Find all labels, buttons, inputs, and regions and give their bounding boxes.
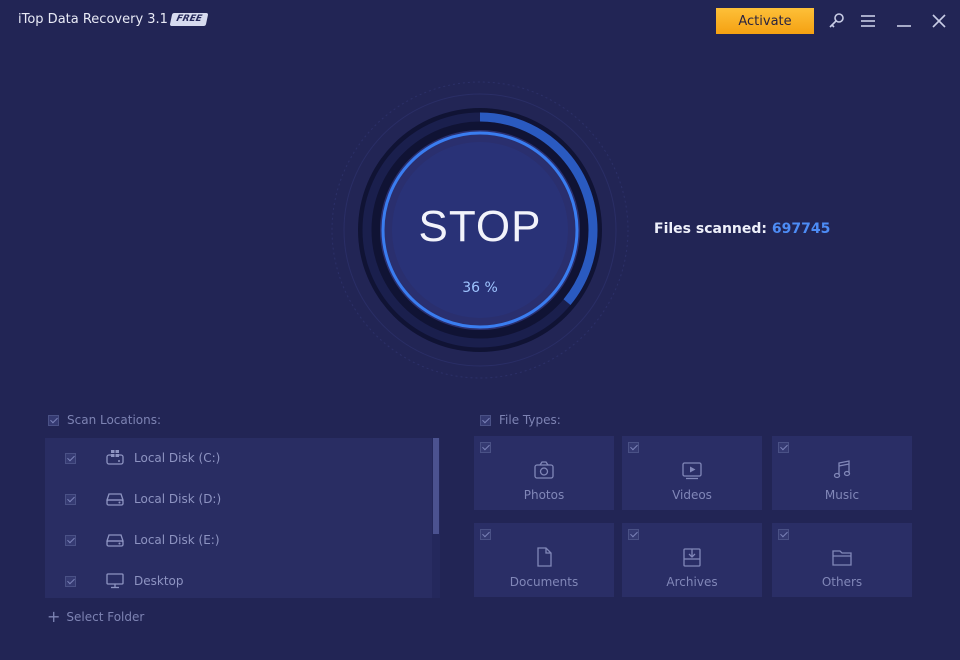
- monitor-icon: [105, 572, 125, 590]
- scrollbar-thumb[interactable]: [433, 438, 439, 534]
- file-type-label: Others: [821, 575, 863, 589]
- file-type-checkbox[interactable]: [480, 529, 491, 540]
- location-checkbox[interactable]: [65, 535, 76, 546]
- location-label: Desktop: [134, 574, 184, 588]
- location-item-d[interactable]: Local Disk (D:): [63, 488, 423, 512]
- file-type-label: Videos: [672, 488, 712, 502]
- file-type-label: Documents: [509, 575, 579, 589]
- archive-icon: [681, 546, 703, 568]
- scan-locations-checkbox[interactable]: [48, 415, 59, 426]
- file-type-videos[interactable]: Videos: [622, 436, 762, 510]
- stop-button[interactable]: STOP: [378, 202, 582, 252]
- menu-icon[interactable]: [857, 10, 879, 32]
- free-badge: FREE: [169, 13, 209, 26]
- files-scanned-label: Files scanned:: [654, 221, 767, 237]
- scan-locations-list: Local Disk (C:) Local Disk (D:) Local Di…: [45, 438, 440, 598]
- file-type-label: Archives: [666, 575, 718, 589]
- select-folder-label: Select Folder: [66, 610, 145, 624]
- file-type-checkbox[interactable]: [778, 529, 789, 540]
- files-scanned-status: Files scanned: 697745: [654, 221, 830, 237]
- windows-drive-icon: [105, 449, 125, 467]
- close-icon[interactable]: [928, 10, 950, 32]
- files-scanned-count: 697745: [771, 221, 831, 237]
- location-item-e[interactable]: Local Disk (E:): [63, 529, 423, 553]
- plus-icon: +: [47, 607, 61, 626]
- location-label: Local Disk (D:): [134, 492, 222, 506]
- file-type-label: Music: [824, 488, 860, 502]
- scan-locations-header: Scan Locations:: [48, 413, 161, 427]
- drive-icon: [105, 531, 125, 549]
- music-note-icon: [831, 459, 853, 481]
- file-type-checkbox[interactable]: [628, 529, 639, 540]
- key-icon[interactable]: [826, 10, 848, 32]
- document-icon: [533, 546, 555, 568]
- file-type-checkbox[interactable]: [628, 442, 639, 453]
- location-item-desktop[interactable]: Desktop: [63, 570, 423, 594]
- file-type-label: Photos: [523, 488, 565, 502]
- file-type-checkbox[interactable]: [480, 442, 491, 453]
- location-checkbox[interactable]: [65, 576, 76, 587]
- activate-button[interactable]: Activate: [716, 8, 814, 34]
- file-type-checkbox[interactable]: [778, 442, 789, 453]
- file-type-photos[interactable]: Photos: [474, 436, 614, 510]
- file-type-archives[interactable]: Archives: [622, 523, 762, 597]
- scan-percent: 36 %: [462, 280, 498, 296]
- select-folder-button[interactable]: + Select Folder: [47, 607, 144, 626]
- file-type-documents[interactable]: Documents: [474, 523, 614, 597]
- location-label: Local Disk (C:): [134, 451, 221, 465]
- location-checkbox[interactable]: [65, 453, 76, 464]
- app-title: iTop Data Recovery 3.1: [18, 12, 168, 27]
- file-types-heading: File Types:: [499, 413, 561, 427]
- scan-locations-heading: Scan Locations:: [67, 413, 162, 427]
- minimize-icon[interactable]: [893, 10, 915, 32]
- file-types-header: File Types:: [480, 413, 561, 427]
- folder-icon: [831, 546, 853, 568]
- locations-scrollbar[interactable]: [432, 438, 440, 598]
- location-label: Local Disk (E:): [134, 533, 220, 547]
- location-checkbox[interactable]: [65, 494, 76, 505]
- file-types-checkbox[interactable]: [480, 415, 491, 426]
- video-icon: [681, 459, 703, 481]
- location-item-c[interactable]: Local Disk (C:): [63, 447, 423, 471]
- file-type-others[interactable]: Others: [772, 523, 912, 597]
- drive-icon: [105, 490, 125, 508]
- camera-icon: [533, 459, 555, 481]
- file-type-music[interactable]: Music: [772, 436, 912, 510]
- title-bar: iTop Data Recovery 3.1 FREE Activate: [0, 0, 960, 42]
